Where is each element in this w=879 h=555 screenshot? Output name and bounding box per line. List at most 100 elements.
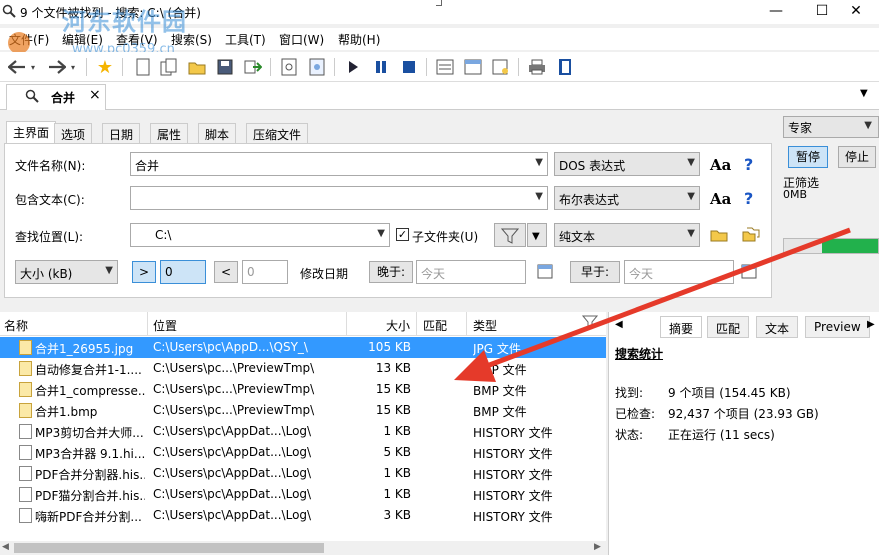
copy-icon[interactable] [158,56,180,78]
tab-archive[interactable]: 压缩文件 [246,123,309,143]
pause-icon[interactable] [370,56,392,78]
chevron-down-icon[interactable]: ▼ [687,191,695,202]
search-tab-label: 合并 [51,91,76,105]
contains-input[interactable]: ▼ [130,186,548,210]
case-sensitive-icon[interactable]: Aa [710,190,731,208]
filename-input[interactable]: 合并 ▼ [130,152,548,176]
column-divider [416,312,417,336]
mode-select[interactable]: 专家 ▼ [783,116,879,138]
image-file-icon [19,340,32,355]
row-location: C:\Users\pc\AppDat...\Log\ [153,424,312,438]
search-icon [2,4,16,18]
chevron-down-icon[interactable]: ▼ [535,157,543,168]
table-row[interactable]: 合并1.bmp C:\Users\pc...\PreviewTmp\ 15 KB BM… [0,400,606,421]
less-than-button[interactable]: < [214,261,238,283]
scroll-left-icon[interactable]: ◀ [2,542,9,552]
toolbar-separator [86,58,87,76]
column-location[interactable]: 位置 [153,317,177,334]
play-icon[interactable] [342,56,364,78]
row-type: BMP 文件 [473,405,527,419]
row-name: 自动修复合并1-1.... [35,363,142,377]
properties-icon[interactable] [278,56,300,78]
horizontal-scrollbar[interactable]: ◀ ▶ [0,541,606,555]
min-size-value: 0 [165,265,173,279]
menu-help[interactable]: 帮助(H) [338,31,380,48]
tab-date[interactable]: 日期 [102,123,141,143]
pause-button[interactable]: 暂停 [788,146,828,168]
chevron-down-icon[interactable]: ▼ [535,191,543,202]
open-folder-icon[interactable] [186,56,208,78]
close-tab-icon[interactable]: × [89,87,101,103]
menu-window[interactable]: 窗口(W) [279,31,324,48]
later-than-button[interactable]: 晚于: [369,261,413,283]
chevron-down-icon[interactable]: ▼ [864,120,872,131]
row-size: 15 KB [375,403,411,417]
location-label: 查找位置(L): [15,230,84,244]
filename-mode-select[interactable]: DOS 表达式 ▼ [554,152,700,176]
column-divider [147,312,148,336]
scroll-thumb[interactable] [14,543,324,553]
stop-button[interactable]: 停止 [838,146,876,168]
tab-script[interactable]: 脚本 [198,123,237,143]
row-name: MP3合并器 9.1.hi... [35,447,145,461]
book-help-icon[interactable] [554,56,576,78]
subfolders-checkbox[interactable]: ✓ [396,228,409,241]
tab-menu-arrow-icon[interactable]: ▼ [860,88,868,99]
chevron-down-icon[interactable]: ▼ [687,157,695,168]
export-icon[interactable] [242,56,264,78]
row-size: 105 KB [368,340,411,354]
column-size[interactable]: 大小 [386,317,410,334]
row-size: 1 KB [383,466,411,480]
print-icon[interactable] [526,56,548,78]
tab-attributes[interactable]: 属性 [150,123,189,143]
list-view-icon[interactable] [434,56,456,78]
location-input[interactable]: C:\ ▼ [130,223,390,247]
close-window-button[interactable]: ✕ [833,0,879,24]
table-row[interactable]: 嗨新PDF合并分割... C:\Users\pc\AppDat...\Log\ 3 … [0,505,606,526]
help-icon[interactable]: ? [744,155,753,174]
tab-options[interactable]: 选项 [54,123,93,143]
back-arrow-icon[interactable] [6,56,28,78]
row-name: PDF猫分割合并.his... [35,489,145,503]
chevron-down-icon[interactable]: ▼ [377,228,385,239]
contains-mode-select[interactable]: 布尔表达式 ▼ [554,186,700,210]
stop-icon[interactable] [398,56,420,78]
size-unit-select[interactable]: 大小 (kB) ▼ [15,260,118,284]
toolbar-separator [518,58,519,76]
greater-than-button[interactable]: > [132,261,156,283]
back-dropdown-icon[interactable]: ▾ [28,56,38,78]
row-location: C:\Users\pc\AppDat...\Log\ [153,445,312,459]
forward-arrow-icon[interactable] [46,56,68,78]
table-row[interactable]: MP3剪切合并大师... C:\Users\pc\AppDat...\Log\ 1 … [0,421,606,442]
column-name[interactable]: 名称 [4,317,28,334]
forward-dropdown-icon[interactable]: ▾ [68,56,78,78]
menu-tools[interactable]: 工具(T) [225,31,266,48]
min-size-input[interactable]: 0 [160,260,206,284]
contains-label: 包含文本(C): [15,193,85,207]
settings-view-icon[interactable] [490,56,512,78]
help-icon[interactable]: ? [744,189,753,208]
row-name: 合并1_compresse... [35,384,145,398]
preview-icon[interactable] [306,56,328,78]
table-row[interactable]: PDF合并分割器.his... C:\Users\pc\AppDat...\Log… [0,463,606,484]
details-view-icon[interactable] [462,56,484,78]
new-document-icon[interactable] [132,56,154,78]
max-size-input[interactable]: 0 [242,260,288,284]
table-row[interactable]: PDF猫分割合并.his... C:\Users\pc\AppDat...\Log… [0,484,606,505]
scroll-right-icon[interactable]: ▶ [594,542,601,552]
save-icon[interactable] [214,56,236,78]
tab-main[interactable]: 主界面 [6,121,57,143]
modified-date-label: 修改日期 [300,267,349,281]
max-size-value: 0 [247,265,255,279]
row-size: 15 KB [375,382,411,396]
search-tab[interactable]: 合并 × [6,84,106,110]
minimize-button[interactable]: — [753,0,799,24]
pane-right-arrow-icon[interactable]: ▶ [867,319,875,330]
case-sensitive-icon[interactable]: Aa [710,156,731,174]
table-row[interactable]: MP3合并器 9.1.hi... C:\Users\pc\AppDat...\Lo… [0,442,606,463]
star-favorite-icon[interactable]: ★ [94,56,116,78]
row-name: MP3剪切合并大师... [35,426,144,440]
row-location: C:\Users\pc...\PreviewTmp\ [153,403,315,417]
chevron-down-icon[interactable]: ▼ [105,265,113,276]
file-icon [19,445,32,460]
